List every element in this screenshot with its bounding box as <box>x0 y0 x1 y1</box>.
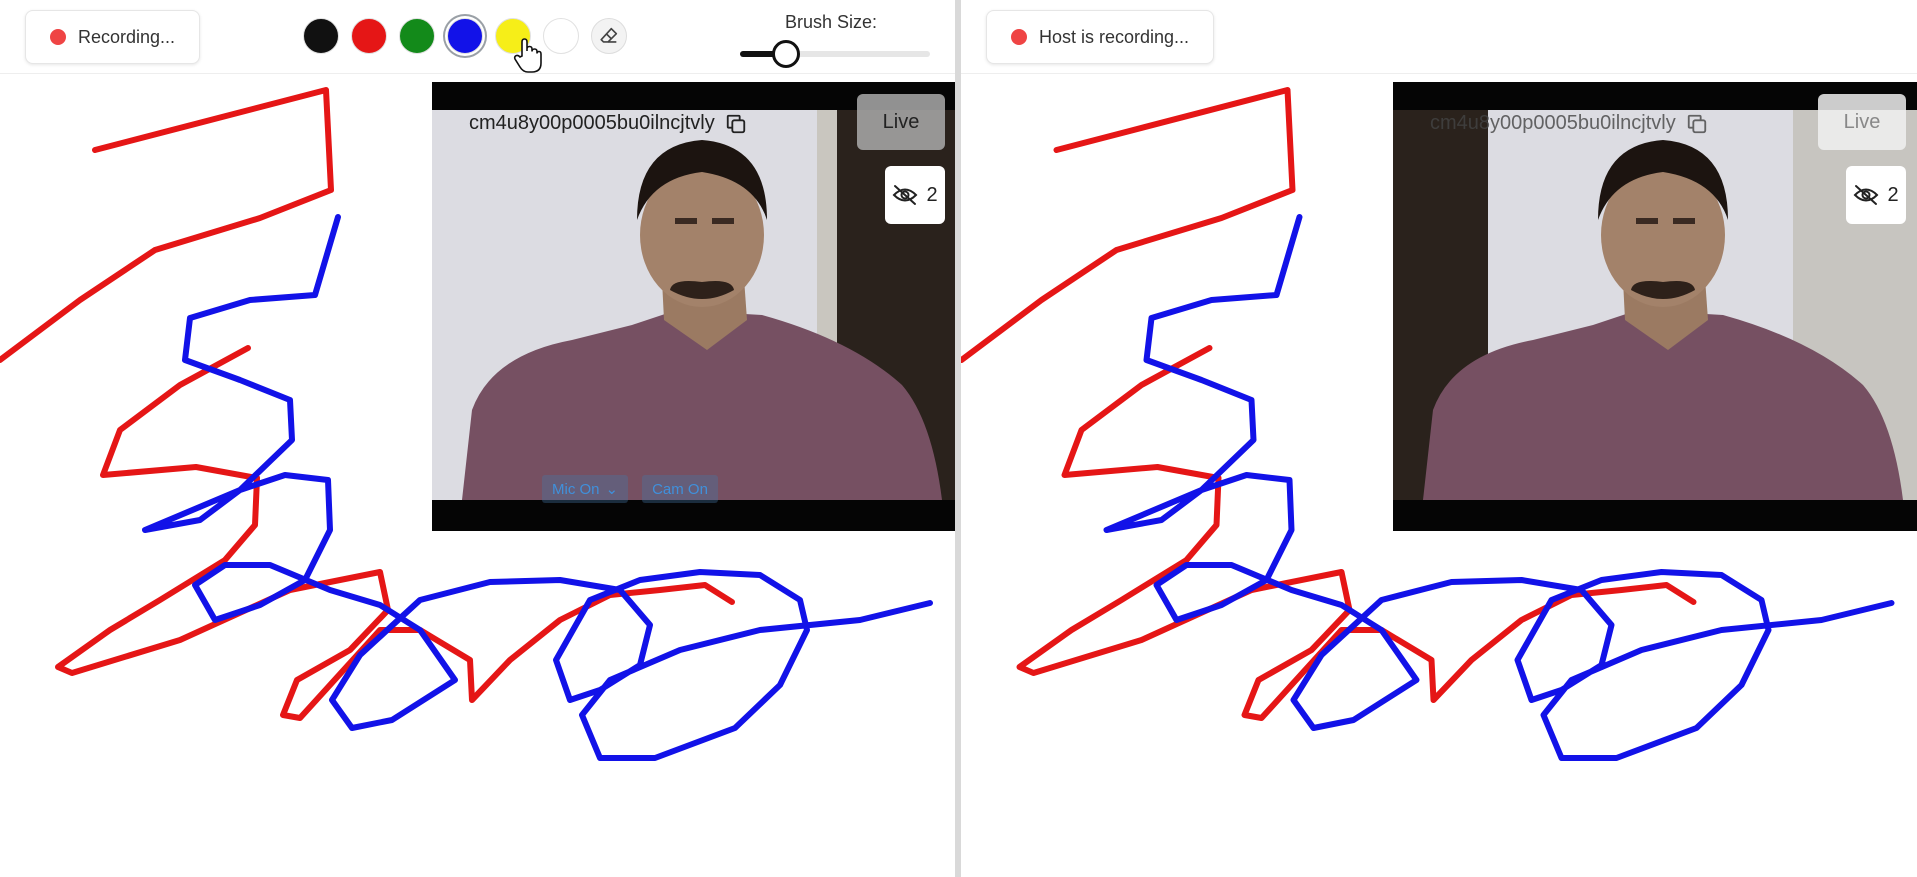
color-swatch-blue[interactable] <box>447 18 483 54</box>
eraser-button[interactable] <box>591 18 627 54</box>
copy-icon[interactable] <box>1686 113 1708 135</box>
red-stroke <box>961 87 1296 363</box>
viewer-count-badge: 2 <box>885 166 945 224</box>
viewer-video-preview: cm4u8y00p0005bu0ilncjtvly Live 2 <box>1393 82 1917 531</box>
media-controls: Mic On ⌄ Cam On <box>542 475 718 503</box>
eraser-icon <box>600 27 618 43</box>
eye-off-icon <box>893 185 918 205</box>
viewer-count-badge: 2 <box>1846 166 1906 224</box>
eye-off-icon <box>1854 185 1879 205</box>
room-code: cm4u8y00p0005bu0ilncjtvly <box>1430 112 1708 135</box>
host-recording-pill: Host is recording... <box>986 10 1215 64</box>
viewer-count: 2 <box>1887 183 1899 206</box>
live-badge[interactable]: Live <box>857 94 945 150</box>
chevron-down-icon: ⌄ <box>605 481 619 498</box>
brush-size-slider[interactable] <box>740 40 930 68</box>
color-swatch-red[interactable] <box>351 18 387 54</box>
copy-icon[interactable] <box>725 113 747 135</box>
viewer-whiteboard-pane: Host is recording... cm4u8y00p0005bu0iln… <box>961 0 1917 877</box>
video-preview: cm4u8y00p0005bu0ilncjtvly Live 2 Mic On … <box>432 82 955 531</box>
drawing-toolbar: Recording... Brush Size: <box>0 0 955 74</box>
cam-toggle-button[interactable]: Cam On <box>642 475 718 503</box>
red-stroke <box>0 87 334 363</box>
host-whiteboard-pane: Recording... Brush Size: cm4u8y00p0005bu… <box>0 0 956 877</box>
color-swatch-white[interactable] <box>543 18 579 54</box>
webcam-feed <box>1393 110 1917 500</box>
mic-toggle-button[interactable]: Mic On ⌄ <box>542 475 629 503</box>
recording-status-pill: Recording... <box>25 10 201 64</box>
brush-size-label: Brush Size: <box>785 12 878 32</box>
room-code-text: cm4u8y00p0005bu0ilncjtvly <box>469 112 715 134</box>
room-code-text: cm4u8y00p0005bu0ilncjtvly <box>1430 112 1676 134</box>
color-swatch-black[interactable] <box>303 18 339 54</box>
viewer-count: 2 <box>926 183 938 206</box>
recording-dot-icon <box>50 29 66 45</box>
recording-status-text: Recording... <box>78 26 176 47</box>
mic-toggle-label: Mic On <box>552 480 600 498</box>
hand-cursor-icon <box>513 38 542 73</box>
room-code: cm4u8y00p0005bu0ilncjtvly <box>469 112 747 135</box>
live-badge: Live <box>1818 94 1906 150</box>
cam-toggle-label: Cam On <box>652 480 708 498</box>
recording-dot-icon <box>1011 29 1027 45</box>
color-swatch-green[interactable] <box>399 18 435 54</box>
viewer-toolbar: Host is recording... <box>961 0 1917 74</box>
host-recording-text: Host is recording... <box>1039 26 1190 47</box>
webcam-feed <box>432 110 955 500</box>
slider-thumb[interactable] <box>772 40 801 68</box>
